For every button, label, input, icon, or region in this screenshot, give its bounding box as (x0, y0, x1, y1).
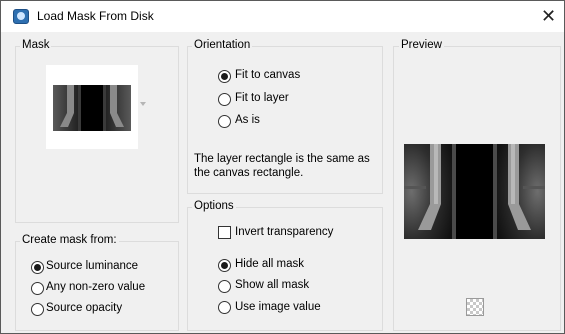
invert-transparency-checkbox[interactable] (218, 226, 231, 239)
source-luminance-label: Source luminance (46, 260, 139, 272)
chevron-down-icon[interactable] (140, 102, 146, 106)
invert-transparency-label: Invert transparency (235, 226, 334, 238)
mask-preview-image (53, 85, 131, 131)
mask-group-label: Mask (20, 39, 52, 51)
create-mask-label: Create mask from: (20, 234, 119, 246)
mask-thumbnail[interactable] (46, 65, 138, 149)
window-title: Load Mask From Disk (37, 9, 154, 23)
checkerboard-icon[interactable] (466, 298, 484, 316)
use-image-value-radio[interactable] (218, 301, 231, 314)
show-all-mask-radio[interactable] (218, 280, 231, 293)
any-non-zero-radio[interactable] (31, 282, 44, 295)
fit-to-layer-label: Fit to layer (235, 92, 289, 104)
preview-image (404, 144, 545, 239)
as-is-radio[interactable] (218, 115, 231, 128)
app-icon (13, 9, 29, 24)
any-non-zero-label: Any non-zero value (46, 281, 146, 293)
orientation-info-text: The layer rectangle is the same as the c… (194, 153, 370, 179)
hide-all-mask-radio[interactable] (218, 259, 231, 272)
hide-all-mask-label: Hide all mask (235, 258, 305, 270)
preview-mask-image (404, 144, 545, 239)
fit-to-canvas-label: Fit to canvas (235, 69, 301, 81)
source-luminance-radio[interactable] (31, 261, 44, 274)
fit-to-layer-radio[interactable] (218, 93, 231, 106)
as-is-label: As is (235, 114, 260, 126)
options-label: Options (192, 200, 236, 212)
use-image-value-label: Use image value (235, 301, 321, 313)
show-all-mask-label: Show all mask (235, 279, 310, 291)
source-opacity-label: Source opacity (46, 302, 123, 314)
fit-to-canvas-radio[interactable] (218, 70, 231, 83)
source-opacity-radio[interactable] (31, 303, 44, 316)
title-bar[interactable]: Load Mask From Disk ✕ (1, 1, 564, 32)
preview-label: Preview (399, 39, 444, 51)
dialog-window: Load Mask From Disk ✕ Mask Create mask f… (0, 0, 565, 334)
orientation-label: Orientation (192, 39, 253, 51)
close-button[interactable]: ✕ (533, 1, 564, 32)
